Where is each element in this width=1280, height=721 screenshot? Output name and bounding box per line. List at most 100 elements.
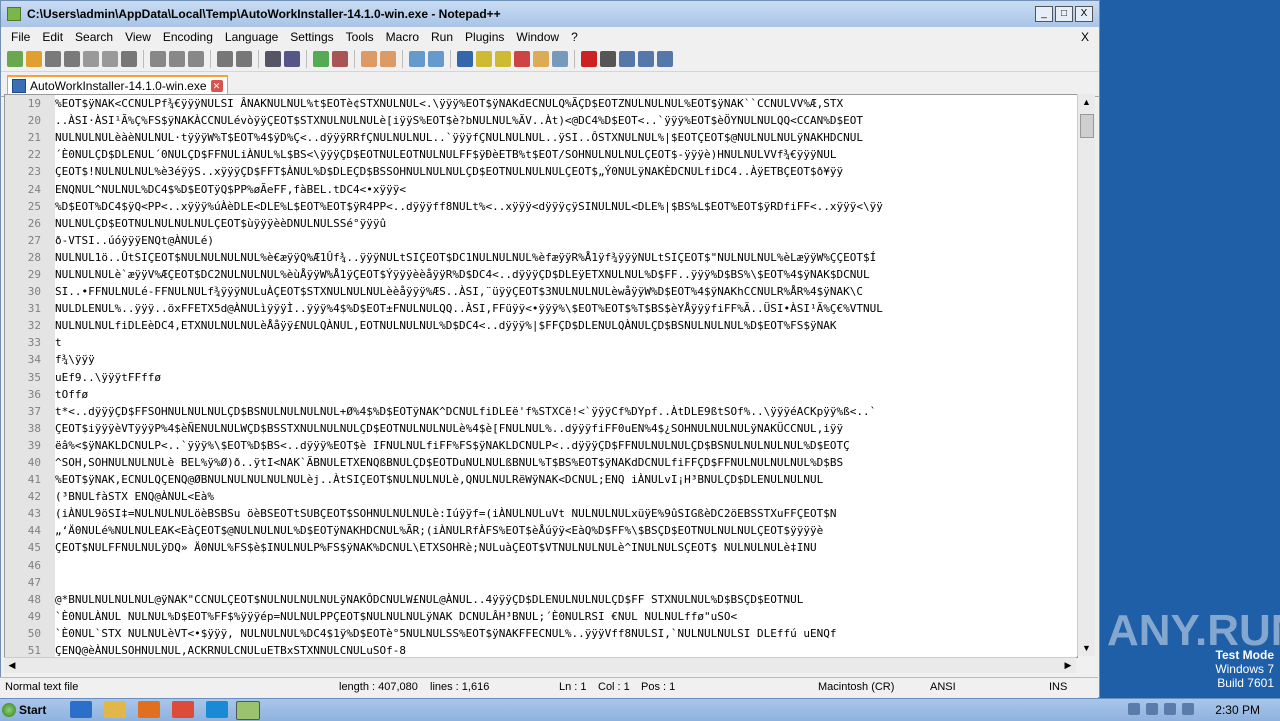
scroll-left-arrow-icon[interactable]: ◀	[4, 658, 20, 673]
editor-line[interactable]: 35 uEf9..\ÿÿÿtFFffø	[5, 369, 1077, 386]
close-window-button[interactable]: X	[1075, 6, 1093, 22]
editor-line[interactable]: 23 ÇEOT$!NULNULNUL%è3éÿÿS..xÿÿÿÇD$FFT$ÀNU…	[5, 163, 1077, 180]
menu-window[interactable]: Window	[510, 30, 565, 44]
menu-search[interactable]: Search	[69, 30, 119, 44]
menu-settings[interactable]: Settings	[284, 30, 339, 44]
editor-line[interactable]: 41 %EOT$ÿNAK,ECNULQÇENQ@ØBNULNULNULNULNUL…	[5, 471, 1077, 488]
editor-line[interactable]: 46	[5, 557, 1077, 574]
menu-plugins[interactable]: Plugins	[459, 30, 510, 44]
scroll-down-arrow-icon[interactable]: ▼	[1078, 640, 1095, 656]
folder-workspace-icon[interactable]	[533, 51, 549, 67]
tray-icon[interactable]	[1146, 703, 1158, 715]
volume-icon[interactable]	[1182, 703, 1194, 715]
media-player-icon[interactable]	[138, 701, 160, 718]
find-icon[interactable]	[265, 51, 281, 67]
vertical-scroll-thumb[interactable]	[1080, 114, 1094, 138]
explorer-icon[interactable]	[104, 701, 126, 718]
undo-icon[interactable]	[217, 51, 233, 67]
play-macro-icon[interactable]	[619, 51, 635, 67]
editor-line[interactable]: 20 ..ÀSI·ÀSI¹Ã%Ç%FS$ÿNAKÀCCNULévòÿÿÇEOT$S…	[5, 112, 1077, 129]
editor-line[interactable]: 27 ð-VTSI..úóÿÿÿENQt@ÀNULé)	[5, 232, 1077, 249]
paste-icon[interactable]	[188, 51, 204, 67]
indent-guide-icon[interactable]	[457, 51, 473, 67]
editor-line[interactable]: 32 NULNULNULfiDLEèDC4,ETXNULNULNULèÅåÿÿ£N…	[5, 317, 1077, 334]
horizontal-scrollbar[interactable]: ◀ ▶	[4, 657, 1076, 673]
menu-macro[interactable]: Macro	[380, 30, 425, 44]
scroll-up-arrow-icon[interactable]: ▲	[1078, 94, 1095, 110]
sync-v-icon[interactable]	[361, 51, 377, 67]
edge-icon[interactable]	[206, 701, 228, 718]
editor-line[interactable]: 30 SI..•FFNULNULé-FFNULNULf¾ÿÿÿNULuÀÇEOT$…	[5, 283, 1077, 300]
doc-map-icon[interactable]	[495, 51, 511, 67]
network-icon[interactable]	[1164, 703, 1176, 715]
text-editor[interactable]: 19 %EOT$ÿNAK<CCNULPf¾€ÿÿÿNULSI ÂNAKNULNUL…	[4, 94, 1078, 658]
func-list-icon[interactable]	[514, 51, 530, 67]
minimize-button[interactable]: _	[1035, 6, 1053, 22]
print-icon[interactable]	[121, 51, 137, 67]
monitor-icon[interactable]	[552, 51, 568, 67]
editor-line[interactable]: 28 NULNUL1ö..ÛtSIÇEOT$NULNULNULNUL%è€æÿÿQ…	[5, 249, 1077, 266]
stop-macro-icon[interactable]	[600, 51, 616, 67]
editor-line[interactable]: 51 ÇENQ@èÀNULSOHNULNUL,ACKRNULCNULuETBxST…	[5, 642, 1077, 657]
close-document-button[interactable]: X	[1081, 30, 1089, 44]
editor-line[interactable]: 43 (iÀNUL9öSI‡=NULNULNULöèBSBSu öèBSEOTtS…	[5, 505, 1077, 522]
title-bar[interactable]: C:\Users\admin\AppData\Local\Temp\AutoWo…	[1, 1, 1099, 27]
scroll-right-arrow-icon[interactable]: ▶	[1060, 658, 1076, 673]
editor-line[interactable]: 40 ^SOH,SOHNULNULNULè BEL%ÿ%Ø)ð..ÿtI<NAK`…	[5, 454, 1077, 471]
all-chars-icon[interactable]	[428, 51, 444, 67]
save-icon[interactable]	[45, 51, 61, 67]
tab-document[interactable]: AutoWorkInstaller-14.1.0-win.exe ✕	[7, 75, 228, 95]
sync-h-icon[interactable]	[380, 51, 396, 67]
editor-line[interactable]: 22 ´È0NULÇD$DLENUL´0NULÇD$FFNULiÀNUL%L$BS…	[5, 146, 1077, 163]
editor-line[interactable]: 37 t*<..dÿÿÿÇD$FFSOHNULNULNULÇD$BSNULNULN…	[5, 403, 1077, 420]
cut-icon[interactable]	[150, 51, 166, 67]
editor-line[interactable]: 26 NULNULÇD$EOTNULNULNULNULÇEOT$ùÿÿÿèèDNU…	[5, 215, 1077, 232]
save-macro-icon[interactable]	[657, 51, 673, 67]
editor-line[interactable]: 49 `È0NULÀNUL NULNUL%D$EOT%FF$%ÿÿÿép=NULN…	[5, 608, 1077, 625]
new-file-icon[interactable]	[7, 51, 23, 67]
menu-edit[interactable]: Edit	[36, 30, 69, 44]
editor-line[interactable]: 24 ENQNUL^NULNUL%DC4$%D$EOTÿQ$PP%øÃeFF,fà…	[5, 180, 1077, 197]
menu-tools[interactable]: Tools	[340, 30, 380, 44]
clock[interactable]: 2:30 PM	[1215, 703, 1260, 717]
editor-line[interactable]: 44 „‘Ä0NULé%NULNULEAK<EàÇEOT$@NULNULNUL%D…	[5, 522, 1077, 539]
editor-line[interactable]: 50 `È0NUL`STX NULNULèVT<•$ÿÿÿ, NULNULNUL%…	[5, 625, 1077, 642]
editor-line[interactable]: 45 ÇEOT$NULFFNULNULÿDQ» Ä0NUL%FS$è$INULNU…	[5, 539, 1077, 556]
zoom-in-icon[interactable]	[313, 51, 329, 67]
notepadpp-taskbar-icon[interactable]	[236, 701, 260, 720]
editor-line[interactable]: 42 (³BNULfàSTX ENQ@ÀNUL<Eà%	[5, 488, 1077, 505]
tab-close-icon[interactable]: ✕	[210, 80, 223, 92]
wrap-icon[interactable]	[409, 51, 425, 67]
menu-language[interactable]: Language	[219, 30, 284, 44]
copy-icon[interactable]	[169, 51, 185, 67]
replace-icon[interactable]	[284, 51, 300, 67]
editor-line[interactable]: 36 tOffø	[5, 386, 1077, 403]
menu-run[interactable]: Run	[425, 30, 459, 44]
editor-line[interactable]: 47	[5, 574, 1077, 591]
vertical-scrollbar[interactable]: ▲ ▼	[1077, 94, 1095, 656]
editor-line[interactable]: 19 %EOT$ÿNAK<CCNULPf¾€ÿÿÿNULSI ÂNAKNULNUL…	[5, 95, 1077, 112]
menu-file[interactable]: File	[5, 30, 36, 44]
ie-icon[interactable]	[70, 701, 92, 718]
editor-line[interactable]: 33 t	[5, 334, 1077, 351]
editor-line[interactable]: 39 ëâ%<$ÿNAKLDCNULP<..`ÿÿÿ%\$EOT%D$BS<..d…	[5, 437, 1077, 454]
maximize-button[interactable]: □	[1055, 6, 1073, 22]
zoom-out-icon[interactable]	[332, 51, 348, 67]
close-icon[interactable]	[83, 51, 99, 67]
open-file-icon[interactable]	[26, 51, 42, 67]
editor-line[interactable]: 31 NULDLENUL%..ÿÿÿ..öxFFETX5d@ÀNULìÿÿÿÌ..…	[5, 300, 1077, 317]
chrome-icon[interactable]	[172, 701, 194, 718]
close-all-icon[interactable]	[102, 51, 118, 67]
tray-icon[interactable]	[1128, 703, 1140, 715]
save-all-icon[interactable]	[64, 51, 80, 67]
editor-line[interactable]: 25 %D$EOT%DC4$ÿQ<PP<..xÿÿÿ%úÀèDLE<DLE%L$E…	[5, 198, 1077, 215]
udl-icon[interactable]	[476, 51, 492, 67]
editor-line[interactable]: 29 NULNULNULè`æÿÿV%ÆÇEOT$DC2NULNULNUL%èùÅ…	[5, 266, 1077, 283]
start-button[interactable]: Start	[2, 700, 54, 720]
play-multiple-icon[interactable]	[638, 51, 654, 67]
menu-help[interactable]: ?	[565, 30, 584, 44]
editor-line[interactable]: 48 @*BNULNULNULNUL@ÿNAK"CCNULÇEOT$NULNULN…	[5, 591, 1077, 608]
record-macro-icon[interactable]	[581, 51, 597, 67]
redo-icon[interactable]	[236, 51, 252, 67]
editor-line[interactable]: 38 ÇEOT$iÿÿÿèVTÿÿÿP%4$èÑENULNULWÇD$BSSTXN…	[5, 420, 1077, 437]
